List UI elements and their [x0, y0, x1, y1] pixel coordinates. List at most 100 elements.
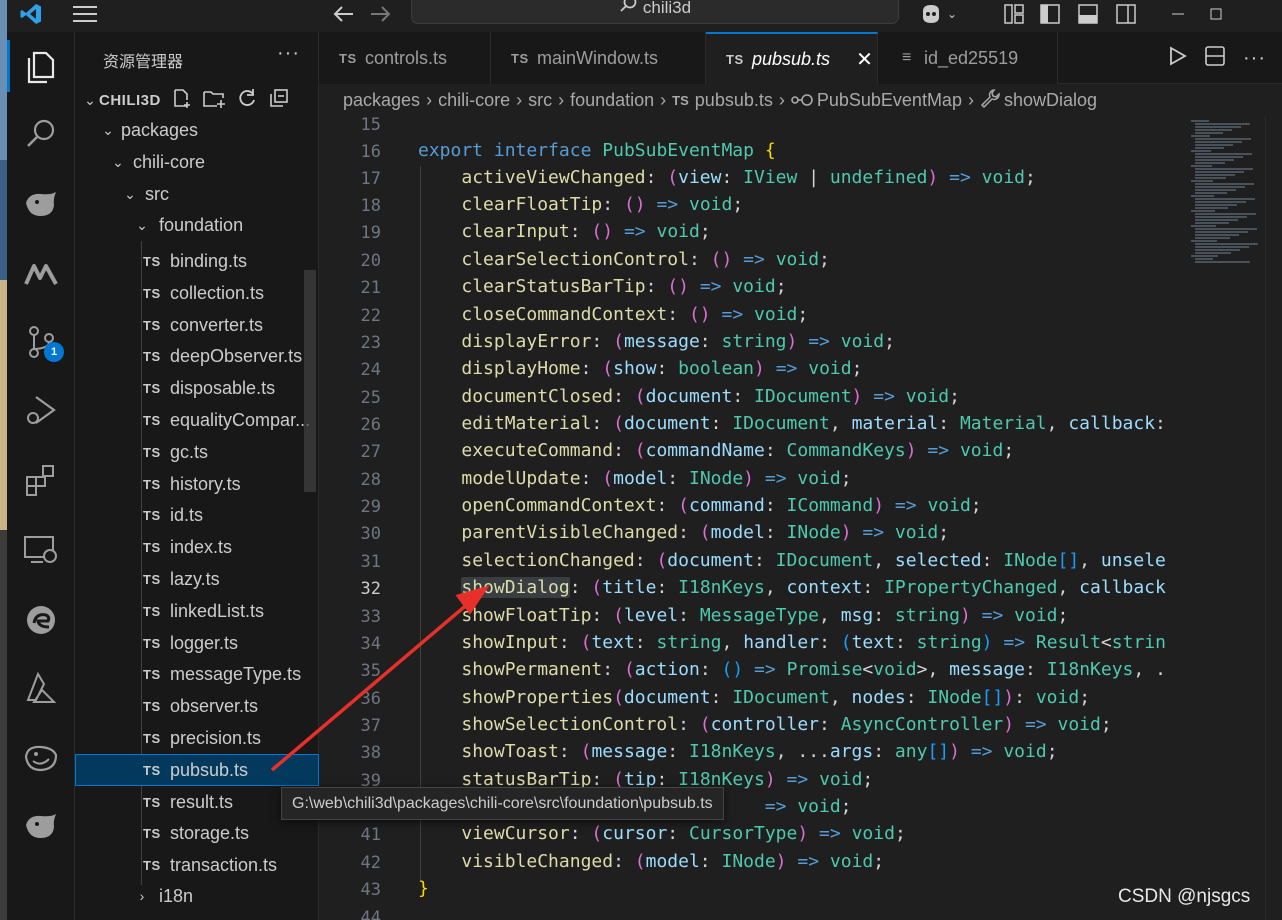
command-center-search[interactable]: chili3d — [411, 0, 899, 24]
editor-tab-bar: TS controls.ts TS mainWindow.ts TS pubsu… — [319, 32, 1282, 84]
editor-scrollbar[interactable] — [1265, 116, 1282, 920]
marscode-icon[interactable] — [7, 242, 75, 306]
root-folder-label: CHILI3D — [99, 91, 161, 109]
line-number: 43 — [360, 880, 381, 900]
tree-file[interactable]: TS collection.ts — [75, 277, 319, 309]
tree-file[interactable]: TS binding.ts — [75, 245, 319, 277]
minimap[interactable] — [1185, 116, 1265, 276]
tree-file[interactable]: TS converter.ts — [75, 309, 319, 341]
tab-controls[interactable]: TS controls.ts — [319, 32, 491, 84]
code-line: executeCommand: (commandName: CommandKey… — [461, 440, 1015, 461]
split-editor-icon[interactable] — [1205, 45, 1225, 71]
tree-file[interactable]: TS storage.ts — [75, 817, 319, 849]
tree-file[interactable]: TS transaction.ts — [75, 849, 319, 881]
sidebar-left-icon[interactable] — [1037, 0, 1063, 28]
tree-file[interactable]: TS logger.ts — [75, 627, 319, 659]
line-number: 22 — [360, 306, 381, 326]
line-number: 25 — [360, 388, 381, 408]
tree-file[interactable]: TS id.ts — [75, 499, 319, 531]
breadcrumb-symbol[interactable]: PubSubEventMap — [817, 90, 962, 111]
tree-file-label: result.ts — [170, 791, 234, 812]
activity-bar: 1 — [7, 32, 75, 920]
tree-folder-packages[interactable]: ⌄ packages — [75, 114, 319, 146]
breadcrumb-item[interactable]: chili-core — [438, 90, 510, 111]
back-arrow-icon[interactable] — [327, 0, 359, 28]
code-line: viewCursor: (cursor: CursorType) => void… — [461, 823, 906, 844]
breadcrumb-symbol[interactable]: showDialog — [1004, 90, 1097, 111]
tab-id-ed25519[interactable]: ≡ id_ed25519 — [878, 32, 1058, 84]
tree-folder-foundation[interactable]: ⌄ foundation — [75, 209, 319, 241]
scm-badge: 1 — [44, 342, 64, 362]
layout-icon[interactable] — [1001, 0, 1027, 28]
line-number: 37 — [360, 716, 381, 736]
code-line: showToast: (message: I18nKeys, ...args: … — [461, 741, 1058, 762]
line-number: 28 — [360, 470, 381, 490]
tree-file[interactable]: TS equalityCompar... — [75, 404, 319, 436]
whale-icon[interactable] — [7, 726, 75, 790]
tree-file[interactable]: TS gc.ts — [75, 436, 319, 468]
edge-icon[interactable] — [7, 588, 75, 652]
tree-file-label: id.ts — [170, 504, 204, 525]
code-line: openCommandContext: (command: ICommand) … — [461, 495, 982, 516]
extensions-icon[interactable] — [7, 448, 75, 512]
tree-file[interactable]: TS precision.ts — [75, 722, 319, 754]
code-line: modelUpdate: (model: INode) => void; — [461, 468, 852, 489]
forward-arrow-icon[interactable] — [365, 0, 397, 28]
run-debug-icon[interactable] — [7, 378, 75, 442]
breadcrumb-item[interactable]: src — [528, 90, 552, 111]
minimize-icon[interactable] — [1163, 0, 1193, 28]
remote-explorer-icon[interactable] — [7, 518, 75, 582]
menu-icon[interactable] — [67, 0, 103, 28]
search-icon[interactable] — [7, 102, 75, 166]
code-line: selectionChanged: (document: IDocument, … — [461, 550, 1166, 571]
interface-icon — [791, 90, 813, 111]
collapse-all-icon[interactable] — [269, 88, 289, 113]
tree-file-label: storage.ts — [170, 822, 250, 843]
code-line: clearSelectionControl: () => void; — [461, 249, 830, 270]
typescript-icon: TS — [143, 253, 161, 269]
tree-file[interactable]: TS messageType.ts — [75, 658, 319, 690]
code-line: closeCommandContext: () => void; — [461, 304, 809, 325]
typescript-icon: TS — [143, 730, 161, 746]
tree-folder-i18n[interactable]: › i18n — [75, 880, 319, 912]
close-icon[interactable]: ✕ — [856, 47, 873, 72]
sidebar-scrollbar[interactable] — [304, 270, 316, 492]
tree-file[interactable]: TS history.ts — [75, 468, 319, 500]
tree-file[interactable]: TS observer.ts — [75, 690, 319, 722]
breadcrumb: packages › chili-core › src › foundation › T… — [319, 84, 1282, 116]
tree-file[interactable]: TS pubsub.ts — [75, 754, 319, 786]
new-file-icon[interactable] — [171, 88, 191, 113]
tree-file[interactable]: TS lazy.ts — [75, 563, 319, 595]
tree-folder-src[interactable]: ⌄ src — [75, 178, 319, 210]
line-number: 18 — [360, 196, 381, 216]
source-control-icon[interactable]: 1 — [7, 310, 75, 374]
run-icon[interactable] — [1169, 45, 1187, 71]
deepseek-chat-icon[interactable] — [7, 794, 75, 858]
breadcrumb-item[interactable]: packages — [343, 90, 420, 111]
new-folder-icon[interactable] — [203, 88, 225, 113]
tree-file-label: history.ts — [170, 473, 241, 494]
deepseek-icon[interactable] — [7, 172, 75, 236]
azure-icon[interactable] — [7, 656, 75, 720]
tree-file[interactable]: TS disposable.ts — [75, 372, 319, 404]
tree-root[interactable]: ⌄ CHILI3D — [75, 84, 319, 116]
tree-file[interactable]: TS deepObserver.ts — [75, 340, 319, 372]
explorer-icon[interactable] — [7, 34, 75, 98]
tree-file[interactable]: TS index.ts — [75, 531, 319, 563]
more-actions-icon[interactable]: ··· — [277, 42, 300, 65]
tree-file[interactable]: TS linkedList.ts — [75, 595, 319, 627]
more-actions-icon[interactable]: ··· — [1243, 47, 1266, 70]
line-number: 36 — [360, 689, 381, 709]
copilot-icon[interactable]: ⌄ — [913, 0, 963, 28]
refresh-icon[interactable] — [237, 88, 257, 113]
breadcrumb-file[interactable]: pubsub.ts — [695, 90, 773, 111]
tree-file-label: precision.ts — [170, 727, 262, 748]
breadcrumb-item[interactable]: foundation — [570, 90, 654, 111]
tab-mainwindow[interactable]: TS mainWindow.ts — [491, 32, 706, 84]
tab-pubsub[interactable]: TS pubsub.ts ✕ — [706, 32, 878, 84]
maximize-icon[interactable] — [1201, 0, 1231, 28]
typescript-icon: TS — [143, 794, 161, 810]
tree-folder-chili-core[interactable]: ⌄ chili-core — [75, 146, 319, 178]
sidebar-right-icon[interactable] — [1113, 0, 1139, 28]
panel-icon[interactable] — [1075, 0, 1101, 28]
